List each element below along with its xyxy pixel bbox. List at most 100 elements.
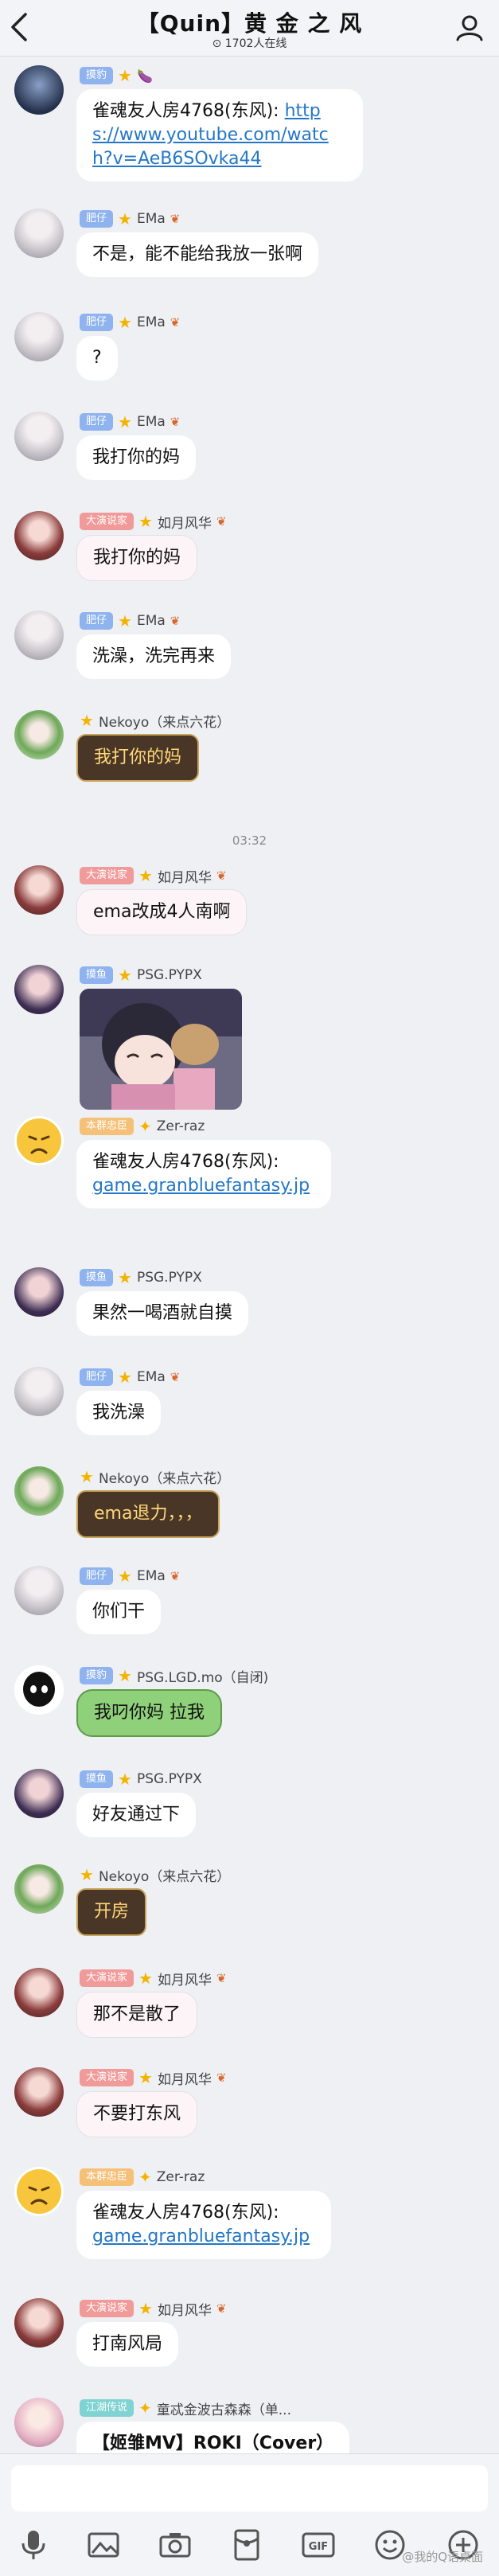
watermark: @我的Q语桌面 xyxy=(402,2550,483,2564)
sender-name[interactable]: EMa xyxy=(137,414,166,430)
avatar[interactable] xyxy=(14,1116,64,1165)
message-bubble[interactable]: 雀魂友人房4768(东风): game.granbluefantasy.jp xyxy=(76,2191,331,2259)
message-bubble[interactable]: 我洗澡 xyxy=(76,1391,162,1435)
avatar[interactable] xyxy=(14,710,64,759)
message-bubble[interactable]: ema退力，，， xyxy=(76,1490,220,1538)
avatar[interactable] xyxy=(14,1466,64,1516)
sender-name[interactable]: Zer-raz xyxy=(157,2169,205,2185)
avatar[interactable] xyxy=(14,2067,64,2117)
maple-leaf-icon: ❦ xyxy=(170,1370,181,1384)
mic-icon[interactable] xyxy=(16,2527,51,2562)
message-bubble[interactable]: 那不是散了 xyxy=(76,1992,198,2038)
avatar[interactable] xyxy=(14,965,64,1014)
avatar[interactable] xyxy=(14,511,64,560)
member-badge: 肥仔 xyxy=(80,314,114,331)
message-bubble[interactable]: 开房 xyxy=(76,1888,147,1936)
message-bubble[interactable]: 打南风局 xyxy=(76,2322,179,2367)
member-badge: 大演说家 xyxy=(80,513,134,530)
gif-icon[interactable]: GIF xyxy=(301,2527,336,2562)
online-count: ⊙ 1702人在线 xyxy=(0,35,499,51)
avatar[interactable] xyxy=(14,1864,64,1914)
message-bubble[interactable]: 【姬雏MV】ROKI（Cover） xyxy=(76,2422,350,2453)
message-bubble[interactable]: 我打你的妈 xyxy=(76,535,198,581)
avatar[interactable] xyxy=(14,209,64,258)
message-bubble[interactable]: 洗澡，洗完再来 xyxy=(76,634,232,679)
avatar[interactable] xyxy=(14,2398,64,2447)
avatar[interactable] xyxy=(14,412,64,461)
sender-name[interactable]: PSG.PYPX xyxy=(137,1270,202,1286)
sender-name[interactable]: Nekoyo（来点六花） xyxy=(99,711,230,731)
avatar[interactable] xyxy=(14,1665,64,1715)
message-bubble[interactable]: 我打你的妈 xyxy=(76,734,200,782)
message-bubble[interactable]: 你们干 xyxy=(76,1590,162,1634)
avatar[interactable] xyxy=(14,2167,64,2216)
message-bubble[interactable]: 好友通过下 xyxy=(76,1793,197,1837)
message-feed[interactable]: 摸豹 ★ 🍆 雀魂友人房4768(东风): https://www.youtub… xyxy=(0,57,499,2453)
avatar[interactable] xyxy=(14,1267,64,1317)
sender-name[interactable]: 如月风华 xyxy=(158,2299,212,2319)
avatar[interactable] xyxy=(14,611,64,660)
message-bubble[interactable]: 不是，能不能给我放一张啊 xyxy=(76,232,319,277)
sender-name[interactable]: PSG.LGD.mo（自闭) xyxy=(137,1666,268,1686)
message-bubble[interactable]: 我打你的妈 xyxy=(76,435,197,480)
avatar[interactable] xyxy=(14,65,64,115)
sender-name[interactable]: 如月风华 xyxy=(158,2068,212,2088)
sender-name[interactable]: EMa xyxy=(137,613,166,629)
sender-name[interactable]: PSG.PYPX xyxy=(137,1771,202,1787)
red-packet-icon[interactable] xyxy=(229,2527,264,2562)
star-icon: ★ xyxy=(118,1368,132,1387)
message-text: 雀魂友人房4768(东风): xyxy=(92,1152,279,1172)
star-icon: ★ xyxy=(138,2299,153,2318)
timestamp: 03:32 xyxy=(232,833,267,848)
image-icon[interactable] xyxy=(86,2527,121,2562)
member-badge: 摸鱼 xyxy=(80,1269,114,1286)
message-bubble[interactable]: 我叼你妈 拉我 xyxy=(76,1689,222,1737)
member-badge: 江湖传说 xyxy=(80,2399,134,2417)
message-bubble[interactable]: ? xyxy=(76,336,118,381)
avatar[interactable] xyxy=(14,312,64,361)
image-message[interactable] xyxy=(80,989,242,1110)
avatar[interactable] xyxy=(14,2298,64,2348)
online-text: 1702人在线 xyxy=(224,37,287,50)
message-bubble[interactable]: 雀魂友人房4768(东风): https://www.youtube.com/w… xyxy=(76,89,363,181)
avatar[interactable] xyxy=(14,1367,64,1416)
maple-leaf-icon: ❦ xyxy=(216,2071,227,2085)
avatar[interactable] xyxy=(14,1769,64,1818)
star-icon: ★ xyxy=(138,1969,153,1988)
message-input[interactable] xyxy=(11,2465,488,2512)
sender-name[interactable]: Nekoyo（来点六花） xyxy=(99,1865,230,1885)
member-badge: 肥仔 xyxy=(80,1368,114,1386)
sender-name[interactable]: Zer-raz xyxy=(157,1118,205,1134)
message-bubble[interactable]: 雀魂友人房4768(东风): game.granbluefantasy.jp xyxy=(76,1140,331,1208)
camera-icon[interactable] xyxy=(158,2527,193,2562)
avatar[interactable] xyxy=(14,1566,64,1615)
message-link[interactable]: game.granbluefantasy.jp xyxy=(92,2227,310,2246)
star-icon: ★ xyxy=(118,611,132,630)
sender-name[interactable]: EMa xyxy=(137,1369,166,1385)
person-icon[interactable] xyxy=(454,13,485,43)
sender-name[interactable]: 如月风华 xyxy=(158,866,212,886)
avatar[interactable] xyxy=(14,1968,64,2017)
sender-name[interactable]: EMa xyxy=(137,314,166,330)
sender-name[interactable]: EMa xyxy=(137,1568,166,1584)
avatar[interactable] xyxy=(14,865,64,915)
message-bubble[interactable]: ema改成4人南啊 xyxy=(76,889,248,935)
star-icon: ★ xyxy=(118,209,132,228)
sender-name[interactable]: 如月风华 xyxy=(158,1969,212,1989)
star-icon: ★ xyxy=(80,711,94,730)
sender-name[interactable]: 童忒金波古森森（单... xyxy=(157,2398,291,2418)
nav-bar: 【Quin】黄 金 之 风 ⊙ 1702人在线 xyxy=(0,0,499,57)
sender-name[interactable]: PSG.PYPX xyxy=(137,967,202,983)
message-bubble[interactable]: 不要打东风 xyxy=(76,2091,198,2137)
sender-name[interactable]: Nekoyo（来点六花） xyxy=(99,1467,230,1487)
star-icon: ★ xyxy=(118,1268,132,1287)
maple-leaf-icon: ❦ xyxy=(170,614,181,628)
svg-text:GIF: GIF xyxy=(309,2541,328,2553)
sender-name[interactable]: 如月风华 xyxy=(158,512,212,532)
message-bubble[interactable]: 果然一喝酒就自摸 xyxy=(76,1291,249,1336)
sender-name[interactable]: EMa xyxy=(137,211,166,227)
member-badge: 本群忠臣 xyxy=(80,2168,134,2186)
clock-icon: ⊙ xyxy=(212,37,222,50)
message-link[interactable]: game.granbluefantasy.jp xyxy=(92,1176,310,1196)
maple-leaf-icon: ❦ xyxy=(216,868,227,883)
